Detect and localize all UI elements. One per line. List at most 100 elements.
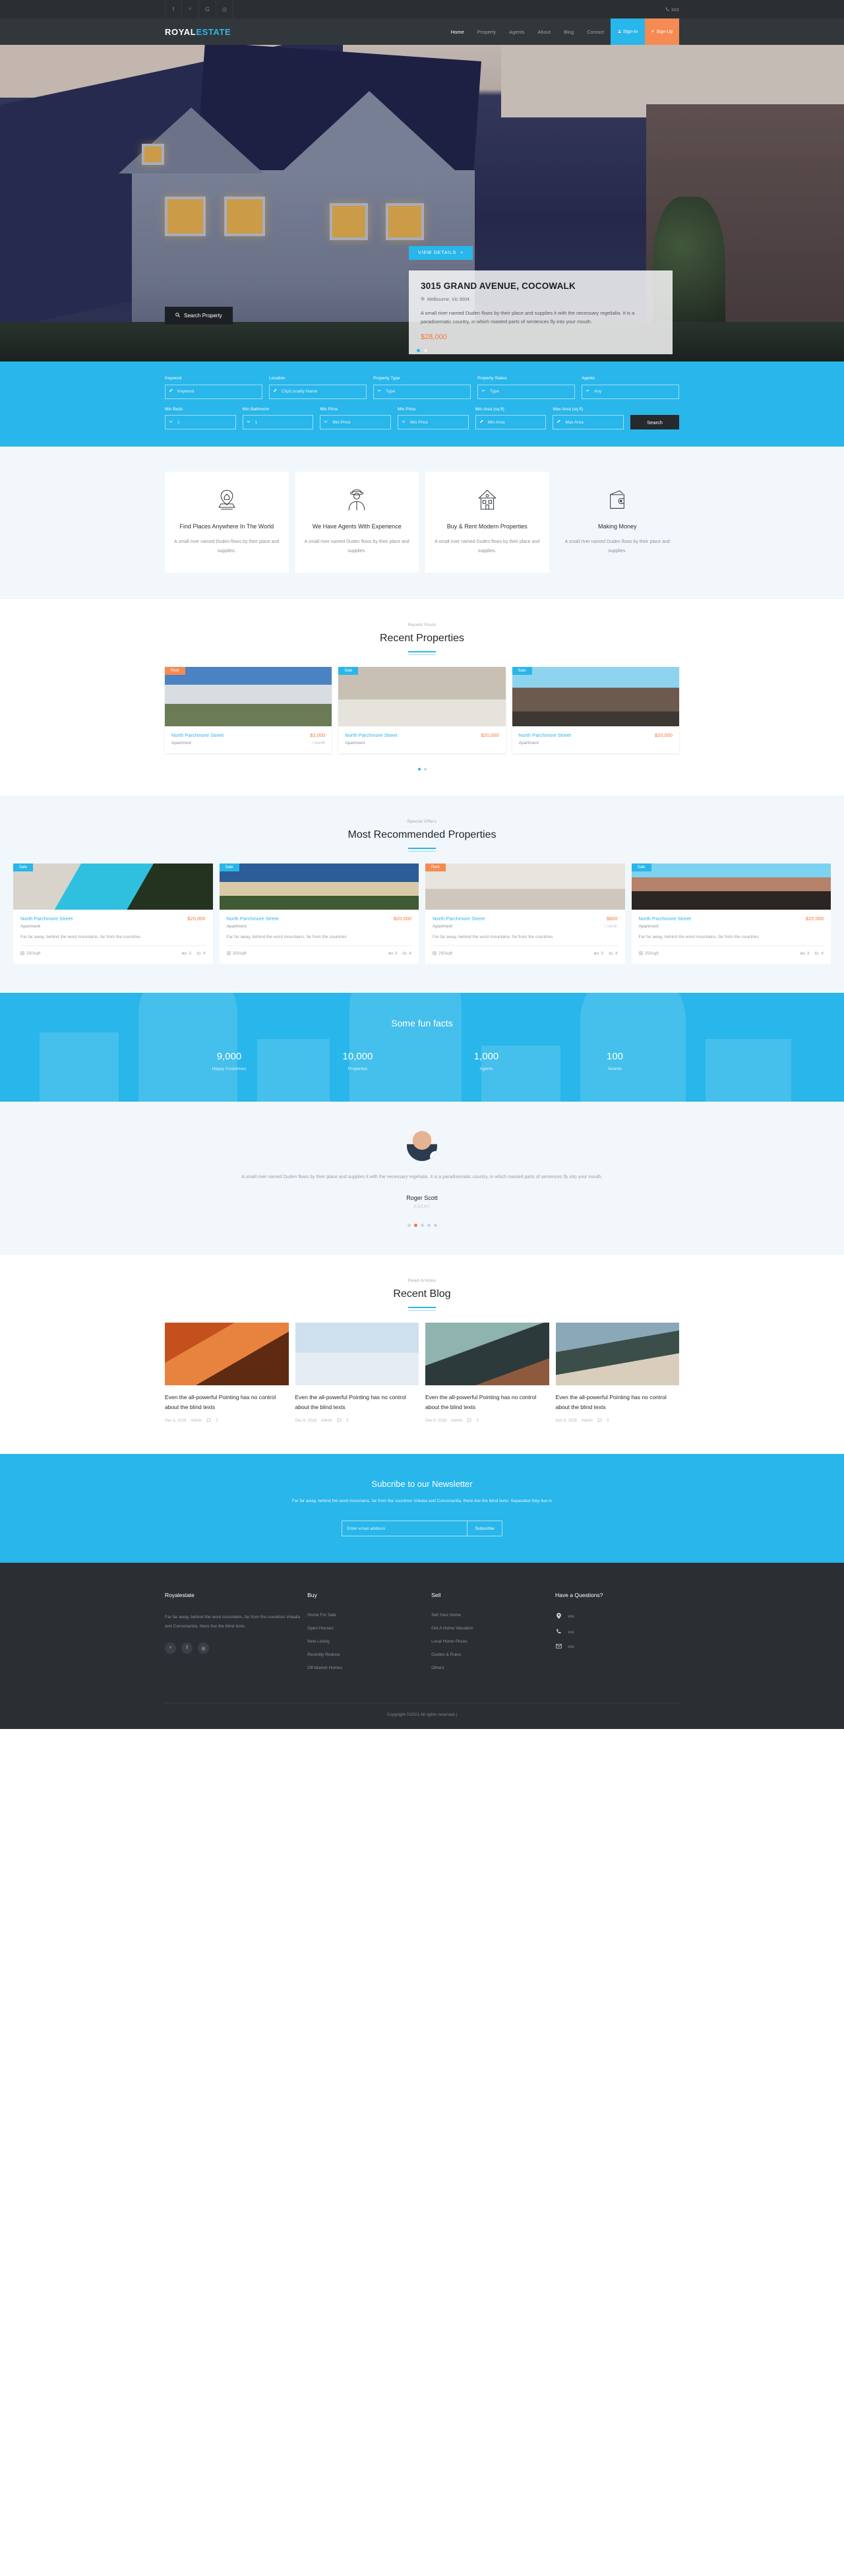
footer-link-home-for-sale[interactable]: Home For Sale bbox=[307, 1613, 431, 1618]
search-select-min-bathroom[interactable] bbox=[242, 415, 314, 429]
search-input-keyword[interactable] bbox=[165, 384, 262, 399]
hero-carousel-dots[interactable] bbox=[0, 349, 844, 352]
blog-title[interactable]: Even the all-powerful Pointing has no co… bbox=[295, 1393, 419, 1412]
testimonial-dot-2[interactable] bbox=[413, 1223, 417, 1227]
testimonial-dot-1[interactable] bbox=[407, 1223, 411, 1227]
feature-card-buy-rent[interactable]: Buy & Rent Modern Properties A small riv… bbox=[425, 472, 549, 573]
footer-link-open-houses[interactable]: Open Houses bbox=[307, 1626, 431, 1631]
search-field-location: Location bbox=[269, 376, 367, 399]
recent-properties-carousel-dots[interactable] bbox=[165, 753, 679, 770]
testimonial-dot-3[interactable] bbox=[420, 1223, 424, 1227]
property-card[interactable]: Rent North Parchmore Street $800 Apartme… bbox=[425, 863, 625, 964]
twitter-icon[interactable]: ᵛ bbox=[182, 0, 199, 18]
bed-icon bbox=[594, 951, 599, 957]
sign-in-button[interactable]: Sign-In bbox=[611, 18, 645, 45]
blog-post-card[interactable]: Even the all-powerful Pointing has no co… bbox=[425, 1322, 549, 1424]
footer-link-sell-your-home[interactable]: Sell Your Home bbox=[431, 1613, 555, 1618]
search-select-min-beds[interactable] bbox=[165, 415, 236, 429]
search-submit-button[interactable]: Search bbox=[630, 415, 680, 429]
search-select-agents[interactable] bbox=[582, 384, 679, 399]
footer-link-local-home-prices[interactable]: Local Home Prices bbox=[431, 1639, 555, 1644]
testimonial-carousel-dots[interactable] bbox=[0, 1223, 844, 1227]
newsletter-subscribe-button[interactable]: Subscribe bbox=[466, 1521, 503, 1537]
property-card[interactable]: Sale North Parchmore Street $20,000 Apar… bbox=[512, 666, 679, 753]
comment-icon bbox=[597, 1418, 602, 1424]
nav-item-home[interactable]: Home bbox=[444, 18, 471, 45]
search-select-min-price-2[interactable] bbox=[398, 415, 469, 429]
footer-sell-column: Sell Sell Your Home Get A Home Valuation… bbox=[431, 1592, 555, 1679]
property-name[interactable]: North Parchmore Street bbox=[345, 732, 397, 738]
facebook-icon[interactable]: f bbox=[181, 1643, 193, 1654]
footer-link-others[interactable]: Others bbox=[431, 1666, 555, 1670]
property-card[interactable]: Sale North Parchmore Street $20,000 Apar… bbox=[13, 863, 213, 964]
footer-sell-title: Sell bbox=[431, 1592, 441, 1599]
blog-image bbox=[295, 1322, 419, 1385]
property-name[interactable]: North Parchmore Street bbox=[639, 916, 691, 922]
footer-link-guides-rules[interactable]: Guides & Rules bbox=[431, 1652, 555, 1657]
nav-item-blog[interactable]: Blog bbox=[557, 18, 580, 45]
search-property-button[interactable]: Search Property bbox=[165, 307, 233, 325]
testimonial-dot-4[interactable] bbox=[427, 1223, 431, 1227]
property-name[interactable]: North Parchmore Street bbox=[519, 732, 571, 738]
property-name[interactable]: North Parchmore Street bbox=[227, 916, 279, 922]
search-input-min-area[interactable] bbox=[475, 415, 547, 429]
sign-up-button[interactable]: Sign-Up bbox=[645, 18, 679, 45]
testimonial-dot-5[interactable] bbox=[433, 1223, 437, 1227]
search-select-property-type[interactable] bbox=[373, 384, 471, 399]
property-image: Sale bbox=[338, 666, 506, 726]
footer-brand-column: Royalestate Far far away, behind the wor… bbox=[165, 1592, 307, 1679]
blog-title[interactable]: Even the all-powerful Pointing has no co… bbox=[425, 1393, 549, 1412]
view-details-button[interactable]: VIEW DETAILS + bbox=[409, 246, 473, 260]
property-card[interactable]: Sale North Parchmore Street $20,000 Apar… bbox=[338, 666, 506, 753]
nav-item-about[interactable]: About bbox=[531, 18, 558, 45]
footer-link-new-listing[interactable]: New Listing bbox=[307, 1639, 431, 1644]
instagram-icon[interactable]: ◎ bbox=[198, 1643, 209, 1654]
stat-happy-customers: 9,000 Happy Customers bbox=[165, 1051, 293, 1071]
fun-facts-section: Some fun facts 9,000 Happy Customers 10,… bbox=[0, 992, 844, 1102]
blog-author: Admin bbox=[451, 1419, 463, 1424]
feature-card-agents[interactable]: We Have Agents With Experience A small r… bbox=[295, 472, 419, 573]
feature-text: A small river named Duden flows by their… bbox=[435, 540, 540, 553]
blog-title[interactable]: Even the all-powerful Pointing has no co… bbox=[165, 1393, 289, 1412]
property-name[interactable]: North Parchmore Street bbox=[433, 916, 485, 922]
footer-link-home-valuation[interactable]: Get A Home Valuation bbox=[431, 1626, 555, 1631]
newsletter-email-input[interactable] bbox=[341, 1521, 467, 1537]
search-field-keyword: Keyword bbox=[165, 376, 262, 399]
area-icon bbox=[638, 951, 643, 957]
twitter-icon[interactable]: ᵛ bbox=[165, 1643, 176, 1654]
search-input-max-area[interactable] bbox=[553, 415, 624, 429]
hero-dot-2[interactable] bbox=[424, 349, 427, 352]
blog-image bbox=[165, 1322, 289, 1385]
nav-item-property[interactable]: Property bbox=[471, 18, 502, 45]
property-type: Apartment bbox=[345, 740, 365, 745]
blog-post-card[interactable]: Even the all-powerful Pointing has no co… bbox=[165, 1322, 289, 1424]
quote-icon: ““ bbox=[430, 1150, 437, 1161]
property-card[interactable]: Sale North Parchmore Street $20,000 Apar… bbox=[219, 863, 419, 964]
property-name[interactable]: North Parchmore Street bbox=[20, 916, 73, 922]
facebook-icon[interactable]: f bbox=[165, 0, 182, 18]
search-input-location[interactable] bbox=[269, 384, 367, 399]
property-card[interactable]: Rent North Parchmore Street $2,000 Apart… bbox=[165, 666, 332, 753]
carousel-dot-2[interactable] bbox=[423, 767, 427, 770]
blog-post-card[interactable]: Even the all-powerful Pointing has no co… bbox=[555, 1322, 680, 1424]
site-logo[interactable]: ROYAL ESTATE bbox=[165, 18, 231, 45]
sign-up-label: Sign-Up bbox=[656, 29, 673, 34]
nav-item-contact[interactable]: Contact bbox=[580, 18, 611, 45]
footer-link-off-market-homes[interactable]: Off-Market Homes bbox=[307, 1666, 431, 1670]
carousel-dot-1[interactable] bbox=[417, 767, 421, 770]
property-card[interactable]: Sale North Parchmore Street $20,000 Apar… bbox=[631, 863, 831, 964]
feature-card-find-places[interactable]: Find Places Anywhere In The World A smal… bbox=[165, 472, 289, 573]
blog-post-card[interactable]: Even the all-powerful Pointing has no co… bbox=[295, 1322, 419, 1424]
wallet-icon bbox=[565, 486, 671, 514]
footer-link-recently-reduce[interactable]: Recently Reduce bbox=[307, 1652, 431, 1657]
search-select-min-price-1[interactable] bbox=[320, 415, 392, 429]
feature-card-making-money[interactable]: Making Money A small river named Duden f… bbox=[556, 472, 680, 573]
hero-dot-1[interactable] bbox=[417, 349, 420, 352]
search-select-property-status[interactable] bbox=[477, 384, 575, 399]
blog-comment-count: 3 bbox=[476, 1419, 479, 1424]
instagram-icon[interactable]: ◎ bbox=[216, 0, 233, 18]
google-icon[interactable]: G bbox=[199, 0, 216, 18]
property-name[interactable]: North Parchmore Street bbox=[171, 732, 224, 738]
blog-title[interactable]: Even the all-powerful Pointing has no co… bbox=[556, 1393, 680, 1412]
nav-item-agents[interactable]: Agents bbox=[502, 18, 531, 45]
